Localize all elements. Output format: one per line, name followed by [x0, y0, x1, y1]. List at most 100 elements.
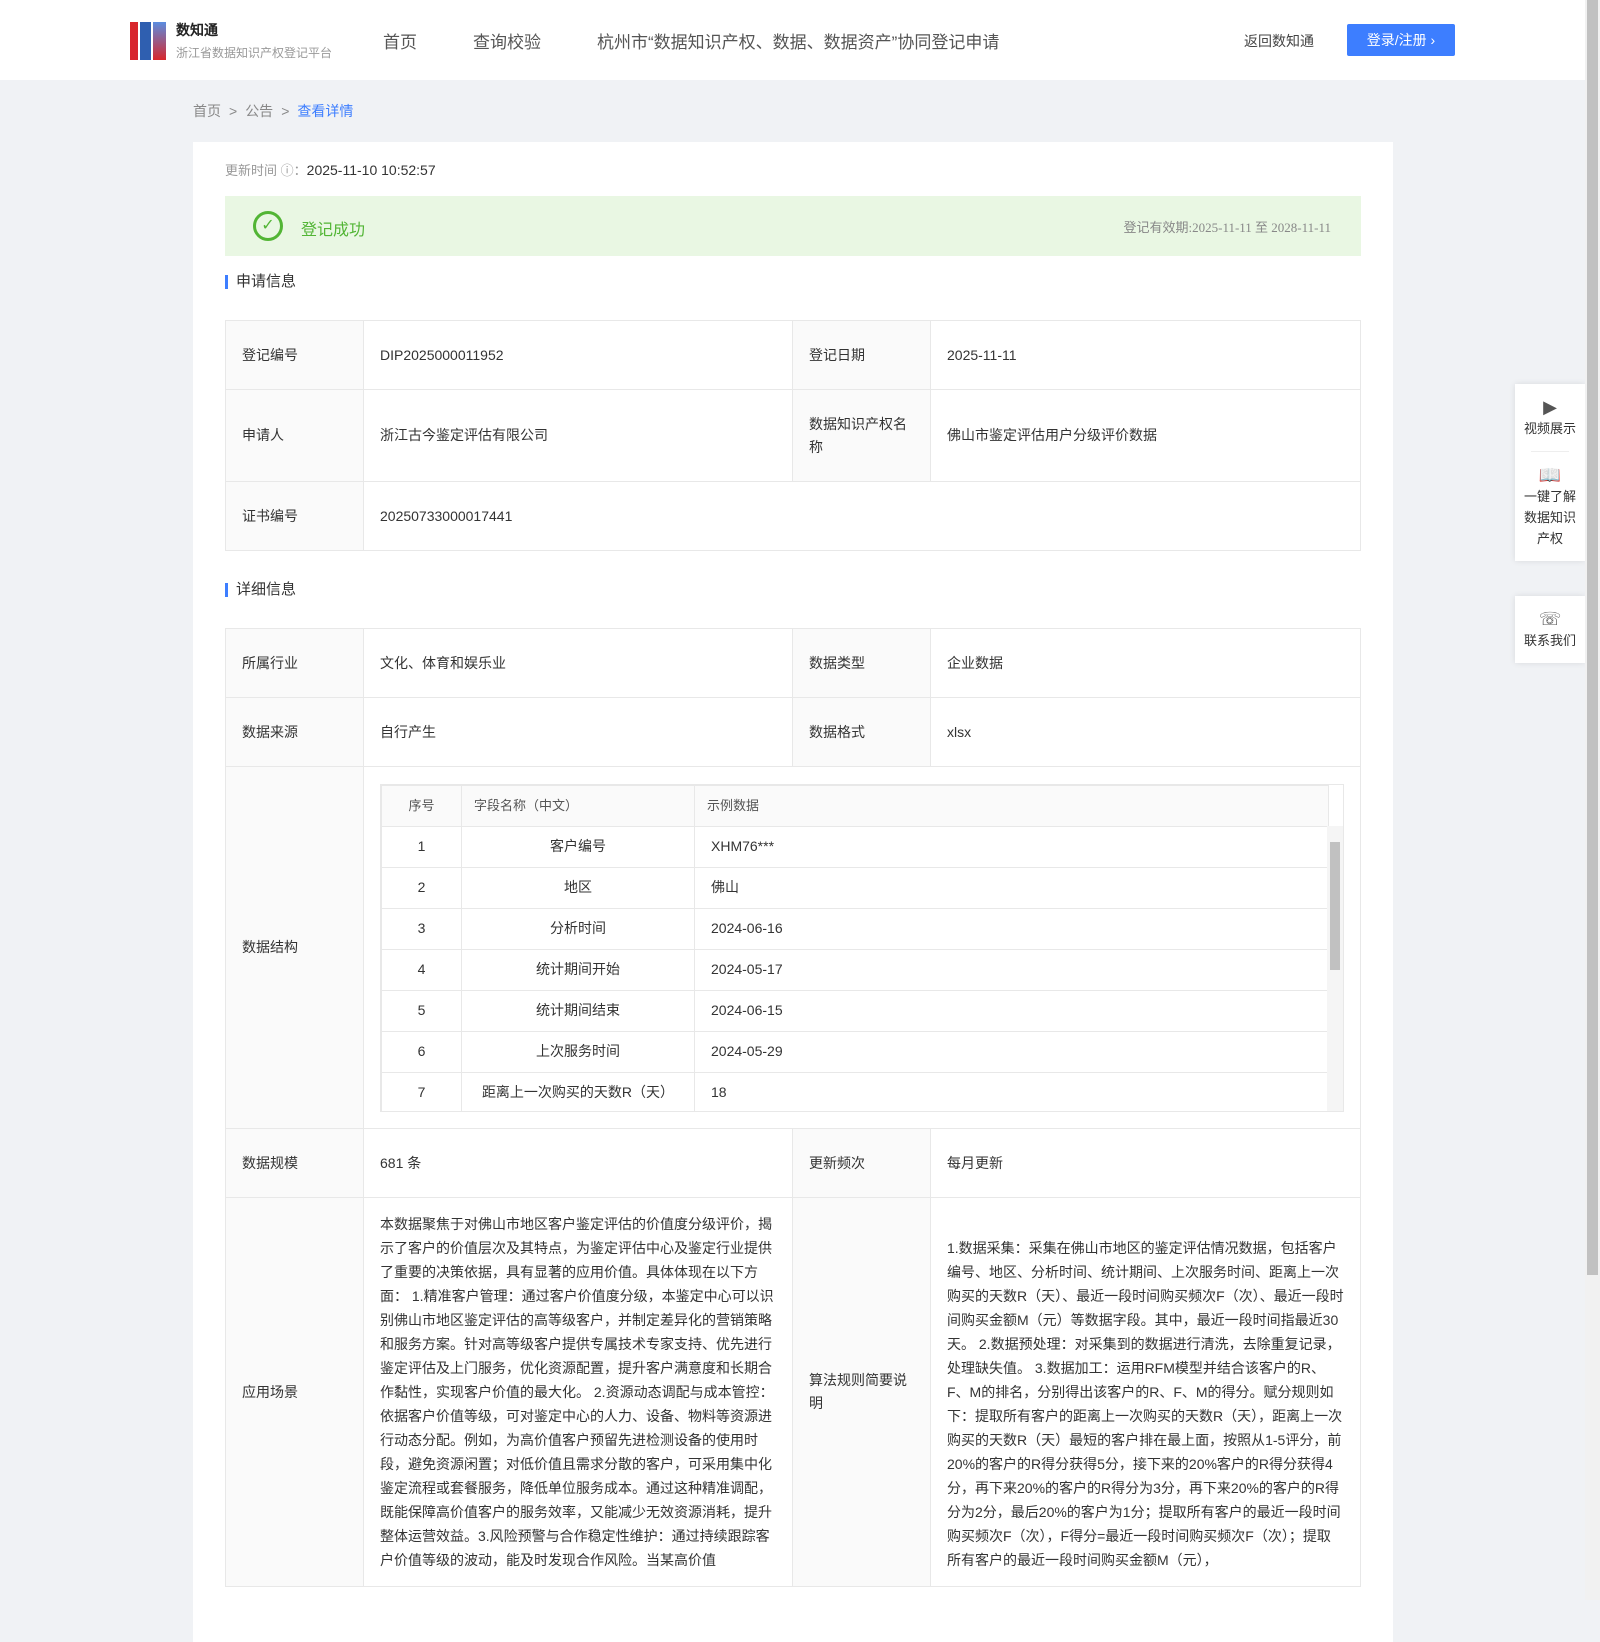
field-name: 客户编号 [461, 825, 695, 868]
back-link[interactable]: 返回数知通 [1244, 31, 1314, 51]
label: 申请人 [225, 389, 364, 482]
data-format: xlsx [930, 697, 1361, 767]
status-label: 登记成功 [301, 222, 366, 239]
update-time: 更新时间 ⓘ：2025-11-10 10:52:57 [225, 162, 436, 178]
structure-row: 7 距离上一次购买的天数R（天） 18 [381, 1071, 1329, 1111]
row-index: 5 [381, 989, 462, 1032]
col-header: 序号 [381, 784, 462, 827]
top-header: 数知通浙江省数据知识产权登记平台 首页 查询校验 杭州市“数据知识产权、数据、数… [0, 0, 1600, 80]
label: 数据知识产权名称 [792, 389, 931, 482]
sample-value: 2024-05-29 [694, 1030, 1329, 1073]
field-name: 统计期间开始 [461, 948, 695, 991]
sample-value: 2024-05-17 [694, 948, 1329, 991]
structure-row: 5 统计期间结束 2024-06-15 [381, 989, 1329, 1032]
update-freq: 每月更新 [930, 1128, 1361, 1198]
nav-hangzhou-apply[interactable]: 杭州市“数据知识产权、数据、数据资产”协同登记申请 [597, 28, 999, 53]
structure-cell: 序号 字段名称（中文） 示例数据 1 客户编号 XHM76*** 2 地区 佛山 3 分析时间 20… [363, 766, 1361, 1129]
learn-button[interactable]: 📖 一键了解数据知识产权 [1515, 452, 1585, 561]
structure-table: 序号 字段名称（中文） 示例数据 1 客户编号 XHM76*** 2 地区 佛山 3 分析时间 20… [380, 783, 1344, 1112]
breadcrumb-sep: > [281, 103, 290, 119]
label: 所属行业 [225, 628, 364, 698]
update-label: 更新时间 [225, 163, 278, 178]
section-title-detail: 详细信息 [225, 582, 296, 597]
status-banner: ✓ 登记成功 登记有效期:2025-11-11 至 2028-11-11 [225, 196, 1361, 256]
row-index: 3 [381, 907, 462, 950]
field-name: 上次服务时间 [461, 1030, 695, 1073]
label: 数据来源 [225, 697, 364, 767]
row-index: 6 [381, 1030, 462, 1073]
sample-value: 18 [694, 1071, 1329, 1111]
data-source: 自行产生 [363, 697, 793, 767]
application-scene: 本数据聚焦于对佛山市地区客户鉴定评估的价值度分级评价，揭示了客户的价值层次及其特… [363, 1197, 793, 1587]
book-icon: 📖 [1538, 465, 1562, 485]
contact-panel: ☏ 联系我们 [1515, 596, 1585, 663]
scroll-thumb[interactable] [1330, 841, 1340, 970]
validity: 登记有效期:2025-11-11 至 2028-11-11 [1123, 217, 1331, 236]
label: 数据规模 [225, 1128, 364, 1198]
phone-icon: ☏ [1538, 609, 1562, 629]
row-index: 4 [381, 948, 462, 991]
structure-row: 4 统计期间开始 2024-05-17 [381, 948, 1329, 991]
logo[interactable]: 数知通浙江省数据知识产权登记平台 [130, 20, 332, 61]
field-name: 分析时间 [461, 907, 695, 950]
cert-no: 20250733000017441 [363, 481, 1361, 551]
logo-title: 数知通 [176, 22, 218, 38]
contact-label: 联系我们 [1523, 633, 1576, 648]
update-value: 2025-11-10 10:52:57 [306, 162, 436, 178]
label: 数据结构 [225, 766, 364, 1129]
nav-query[interactable]: 查询校验 [473, 28, 541, 53]
structure-row: 6 上次服务时间 2024-05-29 [381, 1030, 1329, 1073]
logo-subtitle: 浙江省数据知识产权登记平台 [176, 46, 333, 60]
field-name: 统计期间结束 [461, 989, 695, 1032]
check-circle-icon: ✓ [253, 211, 283, 241]
sample-value: 2024-06-15 [694, 989, 1329, 1032]
apply-table: 登记编号 DIP2025000011952 登记日期 2025-11-11 申请人 浙江… [225, 320, 1361, 551]
reg-no: DIP2025000011952 [363, 320, 793, 390]
sample-value: 佛山 [694, 866, 1329, 909]
validity-value: 2025-11-11 至 2028-11-11 [1192, 220, 1331, 235]
data-scale: 681 条 [363, 1128, 793, 1198]
reg-date: 2025-11-11 [930, 320, 1361, 390]
col-header: 示例数据 [694, 784, 1329, 827]
video-label: 视频展示 [1523, 421, 1576, 436]
ip-name: 佛山市鉴定评估用户分级评价数据 [930, 389, 1361, 482]
validity-label: 登记有效期: [1123, 220, 1193, 235]
industry: 文化、体育和娱乐业 [363, 628, 793, 698]
detail-table: 所属行业 文化、体育和娱乐业 数据类型 企业数据 数据来源 自行产生 数据格式 xlsx 数… [225, 628, 1361, 1587]
logo-icon [130, 21, 166, 60]
label: 证书编号 [225, 481, 364, 551]
row-index: 7 [381, 1071, 462, 1111]
video-button[interactable]: ▶ 视频展示 [1515, 384, 1585, 451]
breadcrumb-notice[interactable]: 公告 [245, 103, 273, 119]
breadcrumb-sep: > [229, 103, 238, 119]
algorithm-desc: 1.数据采集：采集在佛山市地区的鉴定评估情况数据，包括客户编号、地区、分析时间、… [930, 1197, 1361, 1587]
breadcrumb-home[interactable]: 首页 [193, 103, 221, 119]
label: 数据类型 [792, 628, 931, 698]
page-scroll-thumb[interactable] [1587, 0, 1598, 1275]
detail-card: 更新时间 ⓘ：2025-11-10 10:52:57 ✓ 登记成功 登记有效期:… [193, 142, 1393, 1642]
login-button[interactable]: 登录/注册 › [1347, 24, 1455, 56]
learn-label: 一键了解数据知识产权 [1523, 489, 1576, 546]
float-panel: ▶ 视频展示 📖 一键了解数据知识产权 [1515, 384, 1585, 561]
col-header: 字段名称（中文） [461, 784, 695, 827]
contact-button[interactable]: ☏ 联系我们 [1515, 596, 1585, 663]
label: 登记编号 [225, 320, 364, 390]
main-nav: 首页 查询校验 杭州市“数据知识产权、数据、数据资产”协同登记申请 [383, 28, 1055, 53]
sample-value: XHM76*** [694, 825, 1329, 868]
page-scrollbar[interactable] [1585, 0, 1600, 1600]
label: 登记日期 [792, 320, 931, 390]
breadcrumb-current: 查看详情 [297, 103, 354, 119]
breadcrumb: 首页 > 公告 > 查看详情 [193, 101, 353, 121]
label: 应用场景 [225, 1197, 364, 1587]
row-index: 2 [381, 866, 462, 909]
sample-value: 2024-06-16 [694, 907, 1329, 950]
help-icon[interactable]: ⓘ [277, 163, 294, 178]
nav-home[interactable]: 首页 [383, 28, 417, 53]
field-name: 地区 [461, 866, 695, 909]
label: 更新频次 [792, 1128, 931, 1198]
structure-row: 2 地区 佛山 [381, 866, 1329, 909]
section-title-apply: 申请信息 [225, 274, 296, 289]
data-type: 企业数据 [930, 628, 1361, 698]
row-index: 1 [381, 825, 462, 868]
table-scrollbar[interactable] [1327, 825, 1343, 1111]
